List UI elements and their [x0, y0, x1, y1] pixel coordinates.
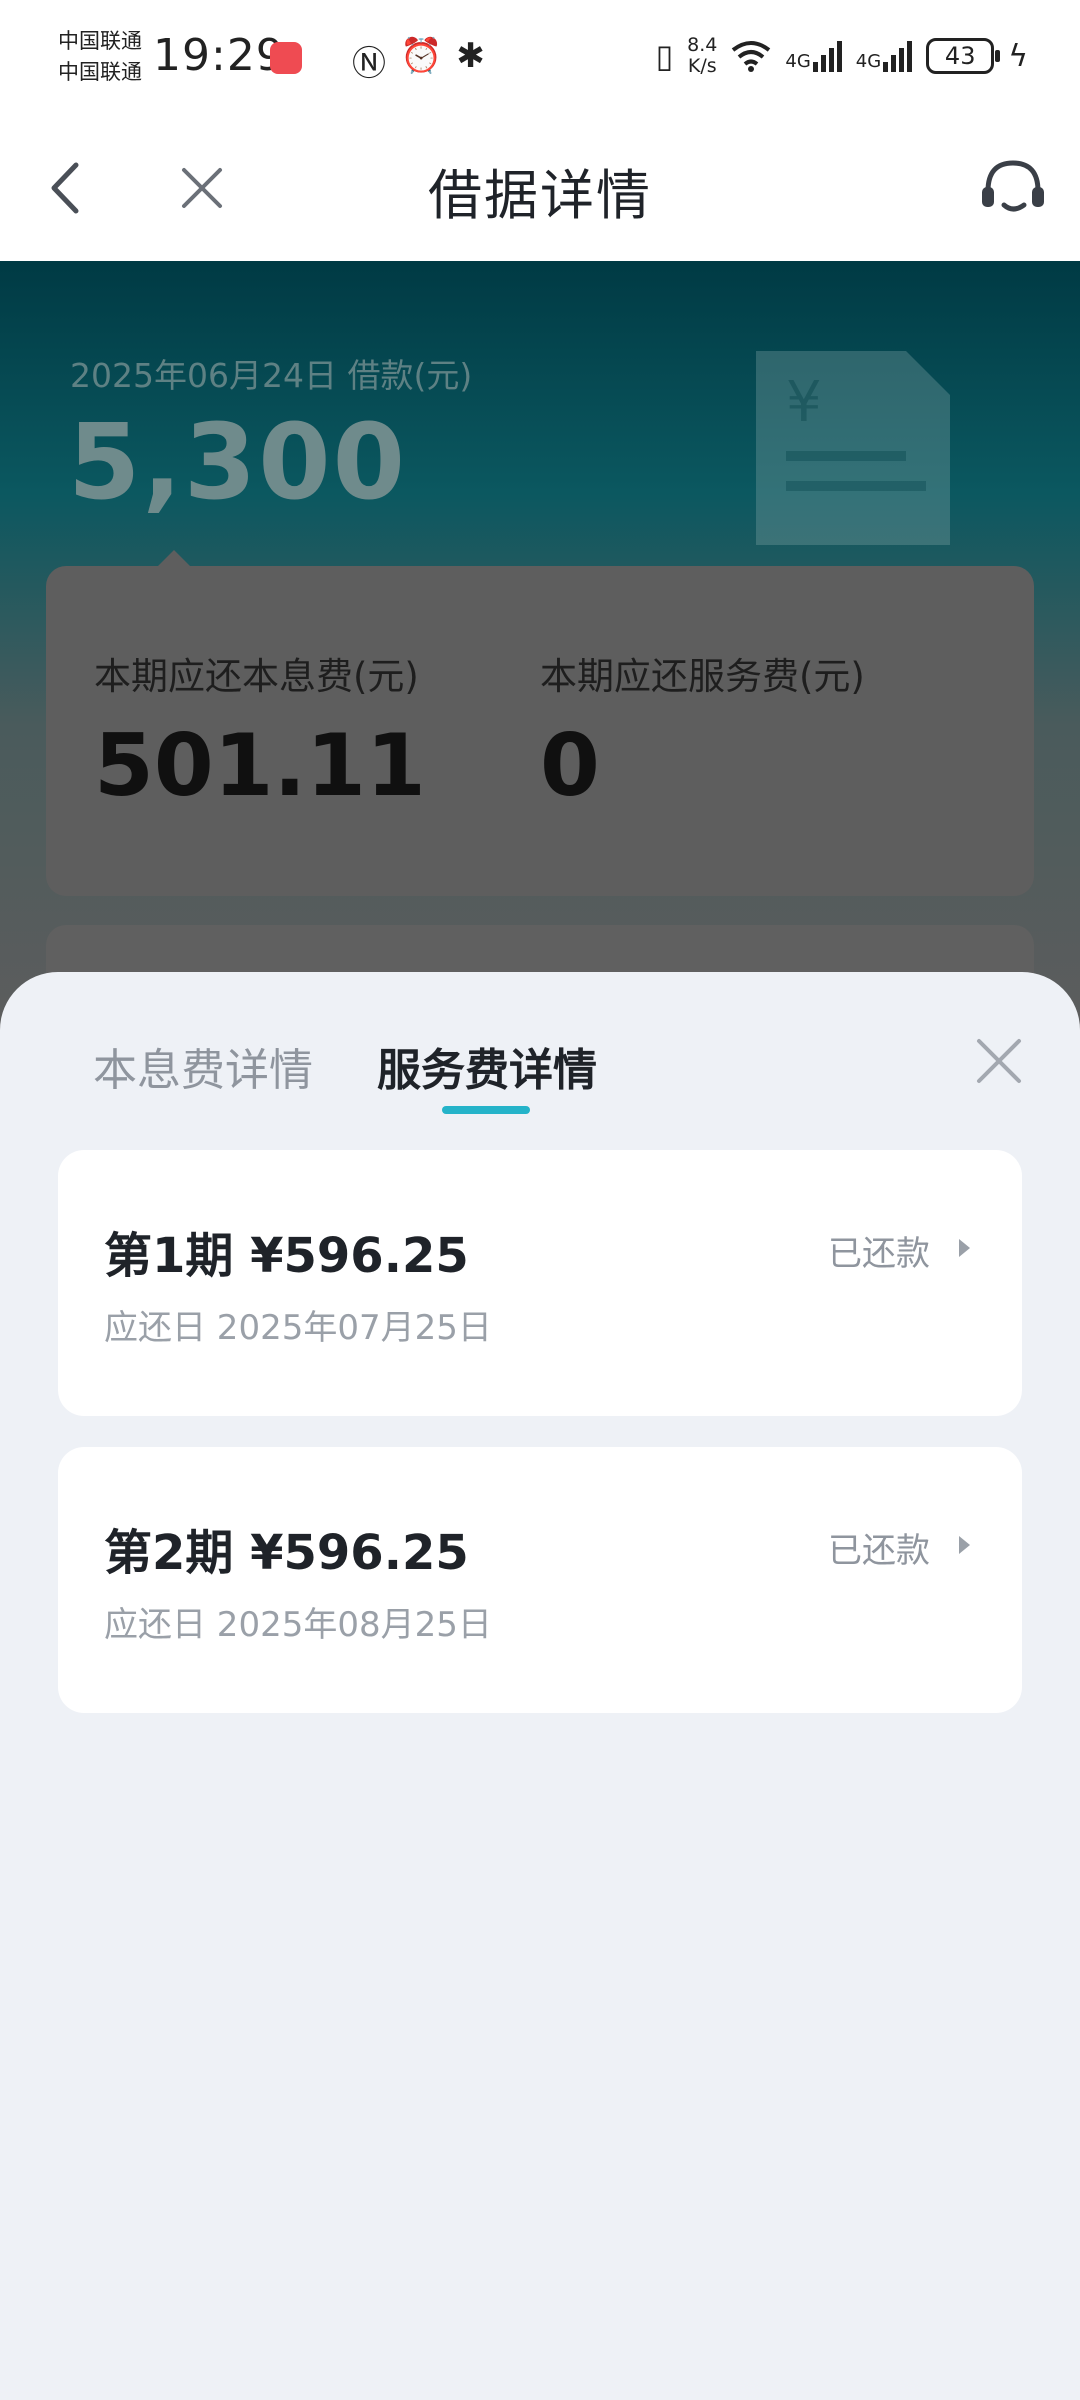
signal-1-label: 4G	[785, 51, 811, 72]
carrier-labels: 中国联通 中国联通	[58, 26, 142, 88]
vibrate-icon: ▯	[655, 37, 674, 75]
nfc-icon: Ⓝ	[352, 44, 386, 84]
installment-title: 第1期 ¥596.25	[104, 1228, 469, 1284]
principal-interest-label: 本期应还本息费(元)	[94, 655, 419, 698]
carrier-2: 中国联通	[58, 60, 142, 84]
status-left-icons: Ⓝ ⏰ ✱	[352, 36, 485, 85]
service-fee-label: 本期应还服务费(元)	[540, 655, 865, 698]
alarm-icon: ⏰	[400, 36, 443, 76]
nav-bar: 借据详情	[0, 115, 1080, 261]
carrier-1: 中国联通	[58, 29, 142, 53]
page-title: 借据详情	[428, 164, 652, 227]
installment-card[interactable]: 第2期 ¥596.25 应还日 2025年08月25日 已还款	[58, 1447, 1022, 1713]
tab-principal-interest[interactable]: 本息费详情	[93, 1034, 313, 1098]
status-time: 19:29	[153, 30, 285, 81]
active-tab-indicator	[442, 1106, 530, 1114]
chevron-right-icon	[959, 1536, 970, 1554]
app-notification-icon	[270, 42, 302, 74]
net-speed-unit: K/s	[687, 55, 717, 77]
principal-interest-value: 501.11	[94, 716, 426, 816]
signal-bars-icon	[812, 40, 842, 72]
loan-amount: 5,300	[68, 401, 407, 523]
installment-due-date: 应还日 2025年08月25日	[104, 1605, 492, 1645]
fee-details-sheet: 本息费详情 服务费详情 第1期 ¥596.25 应还日 2025年07月25日 …	[0, 972, 1080, 2400]
svg-text:¥: ¥	[786, 370, 822, 435]
signal-2: 4G	[855, 40, 913, 72]
signal-2-label: 4G	[855, 51, 882, 72]
signal-bars-icon	[883, 40, 913, 72]
net-speed: 8.4 K/s	[687, 35, 717, 77]
signal-1: 4G	[785, 40, 842, 72]
installment-due-date: 应还日 2025年07月25日	[104, 1308, 492, 1348]
status-bar: 中国联通 中国联通 19:29 Ⓝ ⏰ ✱ ▯ 8.4 K/s 4G 4G 43…	[0, 0, 1080, 115]
chevron-right-icon	[959, 1239, 970, 1257]
wifi-icon	[732, 41, 771, 72]
installment-status: 已还款	[828, 1234, 930, 1274]
charging-icon: ϟ	[1008, 38, 1028, 74]
bluetooth-icon: ✱	[456, 36, 485, 76]
net-speed-value: 8.4	[687, 34, 718, 56]
loan-summary: 2025年06月24日 借款(元) 5,300 ¥ 本期应还本息费(元) 501…	[0, 261, 1080, 1045]
current-due-card: 本期应还本息费(元) 501.11 本期应还服务费(元) 0	[46, 550, 1034, 896]
status-right-icons: ▯ 8.4 K/s 4G 4G 43 ϟ	[656, 30, 1028, 82]
customer-service-icon[interactable]	[976, 151, 1050, 225]
loan-date-label: 2025年06月24日 借款(元)	[70, 356, 473, 395]
tab-service-fee[interactable]: 服务费详情	[377, 1034, 597, 1098]
service-fee-value: 0	[540, 716, 600, 816]
installment-card[interactable]: 第1期 ¥596.25 应还日 2025年07月25日 已还款	[58, 1150, 1022, 1416]
installment-title: 第2期 ¥596.25	[104, 1525, 469, 1581]
close-icon[interactable]	[974, 1036, 1024, 1086]
battery-icon: 43	[926, 38, 1001, 74]
installment-status: 已还款	[828, 1531, 930, 1571]
document-yuan-icon: ¥	[756, 351, 950, 545]
